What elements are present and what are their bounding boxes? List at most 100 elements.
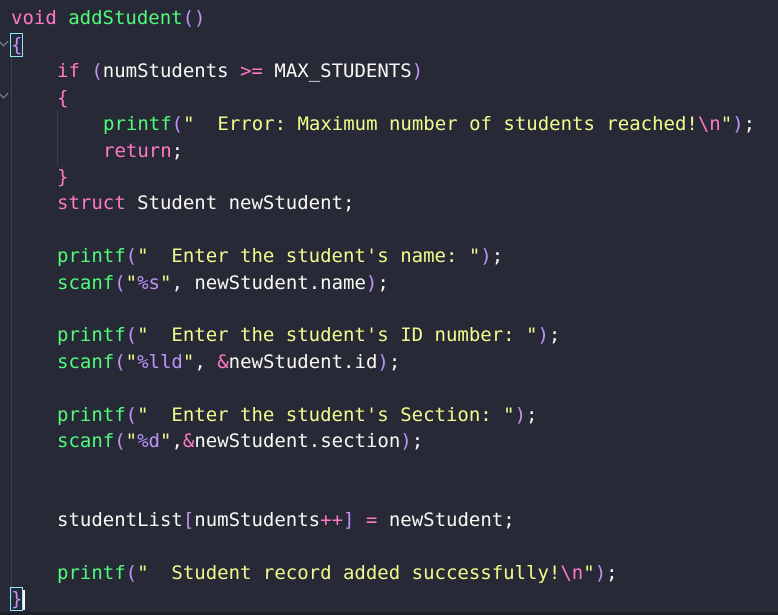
semicolon: ;	[548, 324, 561, 346]
paren: (	[114, 272, 126, 294]
paren: (	[114, 430, 126, 452]
string-literal: "	[720, 113, 733, 135]
format-specifier: %s	[137, 272, 160, 294]
close-brace: }	[9, 587, 24, 611]
bracket: [	[182, 509, 195, 531]
bracket: ]	[343, 509, 355, 531]
code-line-printf-success: printf(" Student record added successful…	[57, 560, 618, 586]
argument: newStudent.id	[228, 351, 378, 373]
code-line-printf-name: printf(" Enter the student's name: ");	[57, 243, 503, 269]
string-quote: "	[182, 351, 195, 373]
code-line-scanf-name: scanf("%s", newStudent.name);	[57, 270, 389, 296]
code-editor[interactable]: void addStudent() { if (numStudents >= M…	[0, 0, 778, 615]
close-brace: }	[57, 166, 69, 188]
paren: (	[125, 324, 138, 346]
identifier: studentList	[57, 509, 183, 531]
paren: (	[171, 113, 184, 135]
function-call: printf	[57, 324, 126, 346]
paren: )	[365, 272, 378, 294]
open-brace: {	[9, 33, 24, 57]
code-line-if: if (numStudents >= MAX_STUDENTS)	[57, 58, 423, 84]
escape-sequence: \n	[697, 113, 721, 135]
paren: )	[732, 113, 744, 135]
paren: )	[537, 324, 549, 346]
function-call: printf	[57, 562, 126, 584]
string-quote: "	[125, 272, 138, 294]
semicolon: ;	[491, 245, 504, 267]
string-literal: " Enter the student's name: "	[137, 245, 481, 267]
code-line-printf-error: printf(" Error: Maximum number of studen…	[103, 111, 755, 137]
keyword-if: if	[57, 60, 80, 82]
paren: (	[125, 562, 138, 584]
semicolon: ;	[388, 351, 401, 373]
identifier: numStudents	[194, 509, 321, 531]
string-literal: " Student record added successfully!	[137, 562, 561, 584]
code-line-close-brace: }	[57, 164, 68, 190]
semicolon: ;	[411, 430, 424, 452]
keyword-return: return	[103, 140, 172, 162]
argument: , newStudent.name	[171, 272, 366, 294]
string-quote: "	[125, 351, 138, 373]
paren: )	[480, 245, 492, 267]
code-line-open-brace: {	[57, 85, 68, 111]
format-specifier: %d	[137, 430, 160, 452]
paren: (	[125, 245, 138, 267]
function-call: printf	[103, 113, 172, 135]
text-cursor	[23, 589, 26, 610]
function-call: printf	[57, 404, 126, 426]
fold-chevron-icon[interactable]	[0, 36, 9, 47]
argument: newStudent.section	[194, 430, 401, 452]
escape-sequence: \n	[560, 562, 584, 584]
paren: )	[594, 562, 607, 584]
increment-operator: ++	[320, 509, 344, 531]
open-brace: {	[57, 87, 69, 109]
keyword-struct: struct	[57, 192, 126, 214]
code-line-printf-section: printf(" Enter the student's Section: ")…	[57, 402, 538, 428]
string-literal: " Enter the student's Section: "	[137, 404, 515, 426]
code-line-scanf-id: scanf("%lld", &newStudent.id);	[57, 349, 400, 375]
code-line-close-brace: }	[9, 586, 26, 612]
indent-guide	[11, 58, 12, 598]
code-line-scanf-section: scanf("%d",&newStudent.section);	[57, 428, 423, 454]
string-literal: "	[583, 562, 595, 584]
assign-operator: =	[354, 509, 389, 531]
string-literal: " Enter the student's ID number: "	[137, 324, 538, 346]
constant: MAX_STUDENTS	[274, 60, 412, 82]
operator: >=	[240, 60, 263, 82]
address-operator: &	[217, 351, 229, 373]
code-line-open-brace: {	[9, 32, 24, 58]
function-name: addStudent	[68, 7, 183, 29]
code-line-function-signature: void addStudent()	[11, 5, 206, 31]
address-operator: &	[182, 430, 195, 452]
indent-guide	[57, 110, 58, 166]
declaration: Student newStudent;	[125, 192, 355, 214]
semicolon: ;	[606, 562, 618, 584]
string-literal: " Error: Maximum number of students reac…	[183, 113, 698, 135]
string-quote: "	[125, 430, 138, 452]
identifier: numStudents	[102, 60, 229, 82]
paren: ()	[182, 7, 206, 29]
keyword-void: void	[11, 7, 57, 29]
comma: ,	[171, 430, 183, 452]
semicolon: ;	[743, 113, 756, 135]
paren: )	[411, 60, 424, 82]
identifier: newStudent;	[388, 509, 515, 531]
function-call: printf	[57, 245, 126, 267]
code-line-return: return;	[103, 138, 183, 164]
code-line-struct-decl: struct Student newStudent;	[57, 190, 354, 216]
paren: )	[377, 351, 389, 373]
comma: ,	[194, 351, 218, 373]
paren: )	[514, 404, 527, 426]
function-call: scanf	[57, 351, 115, 373]
function-call: scanf	[57, 430, 115, 452]
fold-chevron-icon[interactable]	[0, 88, 9, 99]
semicolon: ;	[377, 272, 389, 294]
function-call: scanf	[57, 272, 115, 294]
code-line-printf-id: printf(" Enter the student's ID number: …	[57, 322, 560, 348]
string-quote: "	[160, 430, 172, 452]
code-line-assignment: studentList[numStudents++] = newStudent;	[57, 507, 515, 533]
semicolon: ;	[171, 140, 184, 162]
paren: (	[114, 351, 126, 373]
semicolon: ;	[526, 404, 538, 426]
paren: (	[79, 60, 103, 82]
